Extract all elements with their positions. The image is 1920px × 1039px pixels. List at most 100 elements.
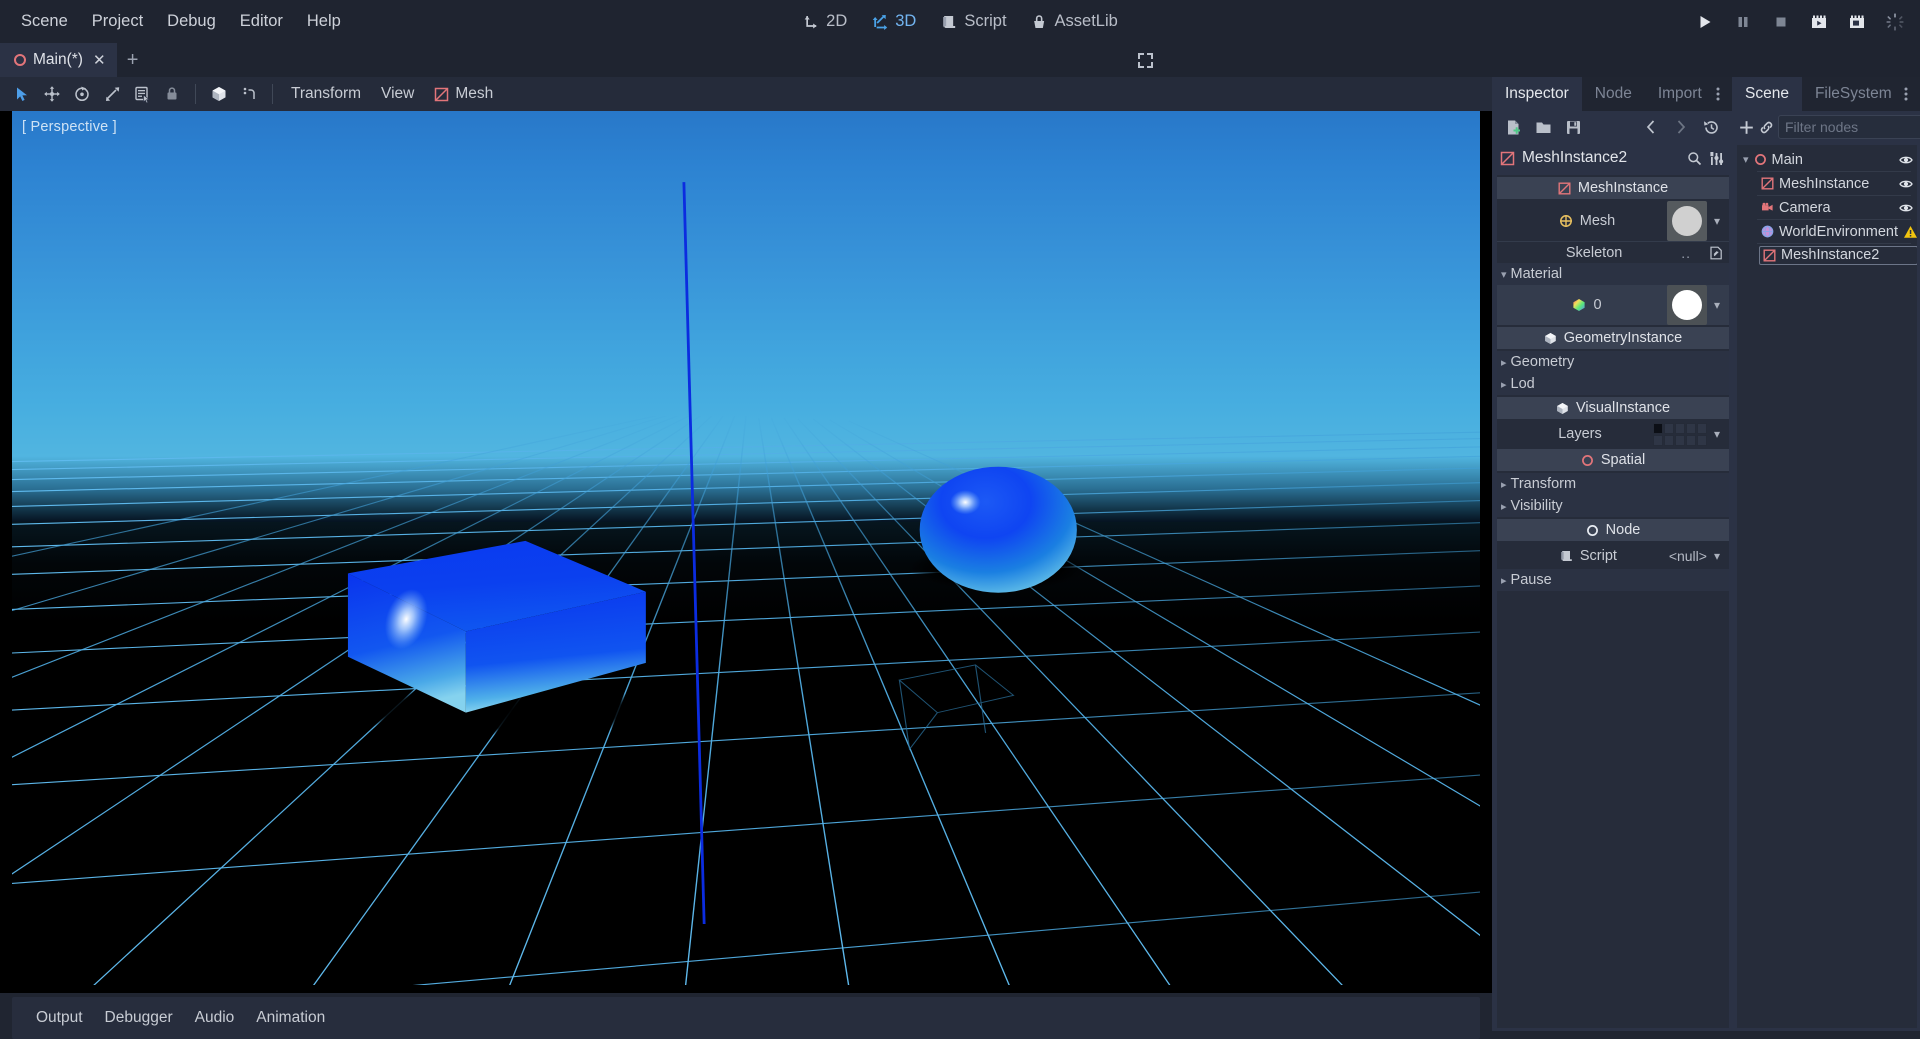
scene-tab-main[interactable]: Main(*) ✕ (0, 43, 117, 77)
distraction-free-mode-button[interactable] (1128, 43, 1162, 77)
chevron-down-icon[interactable]: ▾ (1711, 549, 1723, 563)
menu-scene[interactable]: Scene (10, 7, 79, 36)
property-row-material-0[interactable]: 0 ▾ (1497, 285, 1729, 325)
add-scene-button[interactable]: + (117, 43, 149, 77)
add-node-button[interactable] (1738, 115, 1755, 139)
new-resource-button[interactable] (1500, 115, 1526, 139)
bottom-tab-animation[interactable]: Animation (246, 1004, 335, 1032)
menu-project[interactable]: Project (81, 7, 154, 36)
scene-tree-row-meshinstance2[interactable]: MeshInstance2 (1737, 245, 1917, 266)
transform-menu[interactable]: Transform (282, 81, 370, 107)
scene-tree-row-camera[interactable]: Camera (1737, 197, 1917, 218)
select-mode-button[interactable] (8, 81, 36, 107)
mesh-resource-preview[interactable] (1666, 201, 1707, 241)
inspector-category-geometryinstance[interactable]: GeometryInstance (1497, 327, 1729, 349)
property-script-value[interactable]: <null> ▾ (1669, 548, 1723, 564)
bottom-tab-audio[interactable]: Audio (185, 1004, 245, 1032)
property-group-visibility[interactable]: ▸ Visibility (1497, 495, 1729, 517)
layer-cell-4[interactable] (1685, 422, 1696, 434)
layer-cell-7[interactable] (1663, 434, 1674, 446)
scene-tree-row-worldenvironment[interactable]: WorldEnvironment (1737, 221, 1917, 242)
property-group-geometry[interactable]: ▸ Geometry (1497, 351, 1729, 373)
view-menu[interactable]: View (372, 81, 423, 107)
tab-scene[interactable]: Scene (1732, 77, 1802, 111)
mesh-menu[interactable]: Mesh (425, 81, 502, 107)
search-icon[interactable] (1687, 151, 1702, 166)
save-resource-button[interactable] (1560, 115, 1586, 139)
bottom-tab-debugger[interactable]: Debugger (95, 1004, 183, 1032)
list-select-button[interactable] (128, 81, 156, 107)
layer-cell-9[interactable] (1685, 434, 1696, 446)
layer-cell-2[interactable] (1663, 422, 1674, 434)
warning-icon[interactable] (1903, 225, 1917, 239)
viewport-canvas[interactable]: [ Perspective ] (12, 111, 1480, 985)
visibility-eye-icon[interactable] (1899, 153, 1913, 167)
inspector-category-visualinstance[interactable]: VisualInstance (1497, 397, 1729, 419)
move-mode-button[interactable] (38, 81, 66, 107)
filter-nodes-input[interactable] (1785, 119, 1920, 135)
inspector-category-meshinstance[interactable]: MeshInstance (1497, 177, 1729, 199)
instance-scene-button[interactable] (1758, 115, 1775, 139)
layer-cell-3[interactable] (1674, 422, 1685, 434)
menu-editor[interactable]: Editor (229, 7, 294, 36)
tab-inspector[interactable]: Inspector (1492, 77, 1582, 111)
selected-node-box[interactable]: MeshInstance2 (1759, 246, 1917, 265)
layer-cell-1[interactable] (1652, 422, 1663, 434)
property-group-pause[interactable]: ▸ Pause (1497, 569, 1729, 591)
property-layers-value[interactable]: ▾ (1652, 422, 1723, 446)
layer-cell-10[interactable] (1696, 434, 1707, 446)
bottom-tab-output[interactable]: Output (26, 1004, 93, 1032)
inspector-category-spatial[interactable]: Spatial (1497, 449, 1729, 471)
play-button[interactable] (1694, 11, 1716, 33)
property-group-material[interactable]: ▾ Material (1497, 263, 1729, 285)
layers-grid[interactable] (1652, 422, 1707, 446)
snap-mode-button[interactable] (235, 81, 263, 107)
scene-panel-menu-button[interactable] (1896, 77, 1916, 111)
property-material-0-value[interactable]: ▾ (1666, 285, 1723, 325)
property-mesh-value[interactable]: ▾ (1666, 201, 1723, 241)
inspector-property-list[interactable]: MeshInstance Mesh ▾ Skeleton .. ▾ Materi… (1497, 175, 1729, 1028)
inspector-category-node[interactable]: Node (1497, 519, 1729, 541)
filter-nodes-box[interactable] (1778, 115, 1920, 139)
tools-icon[interactable] (1709, 151, 1724, 166)
visibility-eye-icon[interactable] (1899, 201, 1913, 215)
tab-import[interactable]: Import (1645, 77, 1715, 111)
scene-tree-row-meshinstance[interactable]: MeshInstance (1737, 173, 1917, 194)
local-space-button[interactable] (205, 81, 233, 107)
menu-help[interactable]: Help (296, 7, 352, 36)
stop-button[interactable] (1770, 11, 1792, 33)
property-skeleton-value[interactable]: .. (1681, 245, 1723, 261)
sphere-mesh[interactable] (909, 466, 1088, 593)
scene-tree[interactable]: ▾ Main MeshInstance Camera WorldEnvironm… (1737, 145, 1917, 1028)
tab-node[interactable]: Node (1582, 77, 1645, 111)
tab-filesystem[interactable]: FileSystem (1802, 77, 1905, 111)
inspector-menu-button[interactable] (1708, 77, 1728, 111)
open-resource-button[interactable] (1530, 115, 1556, 139)
scale-mode-button[interactable] (98, 81, 126, 107)
layer-cell-5[interactable] (1696, 422, 1707, 434)
mode-button-3d[interactable]: 3D (861, 8, 926, 35)
layer-cell-8[interactable] (1674, 434, 1685, 446)
mode-button-2d[interactable]: 2D (792, 8, 857, 35)
visibility-eye-icon[interactable] (1899, 177, 1913, 191)
chevron-down-icon[interactable]: ▾ (1743, 153, 1749, 166)
chevron-down-icon[interactable]: ▾ (1711, 214, 1723, 228)
assign-node-icon[interactable] (1709, 246, 1723, 260)
close-scene-icon[interactable]: ✕ (93, 51, 106, 69)
play-custom-scene-button[interactable] (1846, 11, 1868, 33)
history-forward-button[interactable] (1668, 115, 1694, 139)
chevron-down-icon[interactable]: ▾ (1711, 298, 1723, 312)
layer-cell-6[interactable] (1652, 434, 1663, 446)
property-row-mesh[interactable]: Mesh ▾ (1497, 201, 1729, 241)
property-row-script[interactable]: Script <null> ▾ (1497, 543, 1729, 569)
lock-button[interactable] (158, 81, 186, 107)
history-back-button[interactable] (1638, 115, 1664, 139)
property-group-transform[interactable]: ▸ Transform (1497, 473, 1729, 495)
property-row-layers[interactable]: Layers ▾ (1497, 421, 1729, 447)
mode-button-script[interactable]: Script (930, 8, 1016, 35)
history-button[interactable] (1698, 115, 1724, 139)
menu-debug[interactable]: Debug (156, 7, 227, 36)
chevron-down-icon[interactable]: ▾ (1711, 427, 1723, 441)
property-group-lod[interactable]: ▸ Lod (1497, 373, 1729, 395)
scene-tree-row-main[interactable]: ▾ Main (1737, 149, 1917, 170)
